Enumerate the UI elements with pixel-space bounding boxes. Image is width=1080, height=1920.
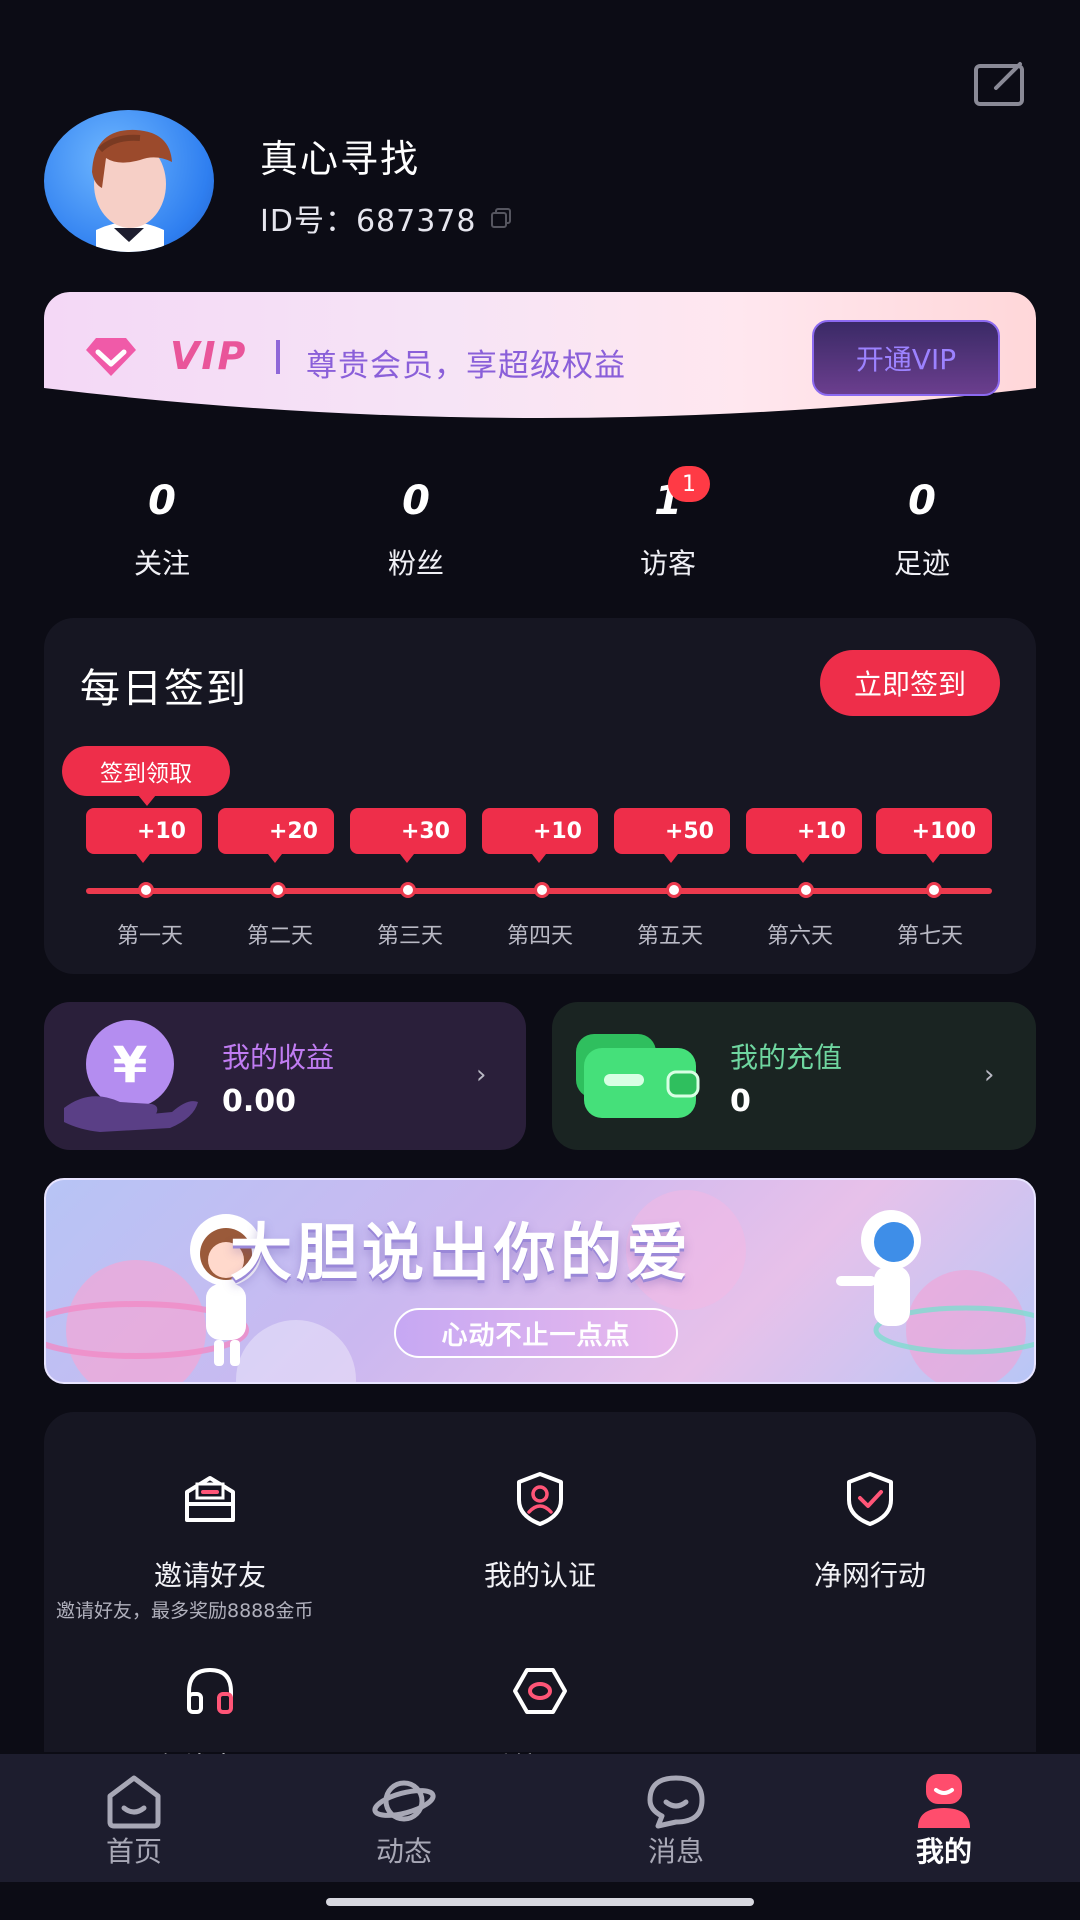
menu-item-clean-network[interactable]: 净网行动 [740,1470,1000,1594]
checkin-now-button[interactable]: 立即签到 [820,650,1000,716]
nav-moments[interactable]: 动态 [334,1772,474,1870]
stat-value: 0 [402,478,430,524]
vip-divider [276,340,280,374]
reward-day3: +30 [350,808,466,863]
svg-text:¥: ¥ [113,1036,148,1094]
home-indicator[interactable] [326,1898,754,1906]
settings-hexagon-icon [513,1668,567,1714]
stat-fans[interactable]: 0 粉丝 [316,478,516,582]
edit-profile-icon[interactable] [972,60,1028,108]
day-label: 第七天 [896,924,963,949]
menu-label: 系统设置 [410,1746,670,1754]
vip-slogan: 尊贵会员，享超级权益 [306,348,626,384]
promo-subtitle: 心动不止一点点 [394,1308,678,1358]
progress-dot [798,882,814,898]
stat-footprints[interactable]: 0 足迹 [822,478,1022,582]
invite-subtitle: 邀请好友，最多奖励8888金币 [56,1600,314,1622]
chevron-right-icon: › [984,1060,995,1090]
day-label: 第二天 [246,924,313,949]
vip-label: VIP [170,334,248,378]
menu-label: 邀请好友 [153,1559,266,1592]
home-icon [107,1775,161,1829]
nav-label: 消息 [647,1835,704,1868]
nav-mine[interactable]: 我的 [874,1772,1014,1870]
nav-home[interactable]: 首页 [64,1772,204,1870]
recharge-title: 我的充值 [730,1041,843,1074]
income-title: 我的收益 [222,1041,335,1074]
menu-item-customer-service[interactable]: 在线客服 [80,1662,340,1754]
menu-item-verification[interactable]: 我的认证 [410,1470,670,1594]
checkin-title: 每日签到 [80,666,248,712]
wallet-icon [576,1034,700,1118]
stat-visitors[interactable]: 1 访客 [568,478,768,582]
coin-hand-icon: ¥ [64,1020,198,1132]
menu-label: 净网行动 [813,1559,926,1592]
verified-user-shield-icon [517,1472,563,1526]
avatar[interactable] [44,110,214,252]
user-id: ID号：687378 [260,196,512,240]
envelope-icon [185,1476,235,1522]
stat-label: 粉丝 [387,547,444,580]
reward-day1: +10 [86,808,202,863]
progress-dot [666,882,682,898]
stat-value: 0 [908,478,936,524]
progress-dot [400,882,416,898]
reward-day6: +10 [746,808,862,863]
nav-label: 我的 [915,1835,972,1868]
nav-label: 动态 [375,1835,432,1868]
open-vip-button[interactable]: 开通VIP [812,320,1000,396]
profile-icon [918,1774,970,1828]
astronaut-boy-illustration [836,1210,921,1326]
shield-check-icon [847,1472,893,1526]
day-label: 第五天 [636,924,703,949]
user-id-text: ID号：687378 [260,204,477,239]
menu-item-invite[interactable]: 邀请好友 [80,1470,340,1594]
stat-label: 关注 [133,547,190,580]
reward-day5: +50 [614,808,730,863]
progress-dot [926,882,942,898]
progress-dot [138,882,154,898]
day-label: 第三天 [376,924,443,949]
avatar-illustration [92,129,172,252]
chevron-right-icon: › [476,1060,487,1090]
menu-item-settings[interactable]: 系统设置 [410,1662,670,1754]
chat-bubble-icon [647,1775,705,1829]
day-label: 第四天 [506,924,573,949]
planet-icon [372,1780,436,1822]
day-label: 第一天 [116,924,183,949]
stat-label: 足迹 [893,547,950,580]
nav-messages[interactable]: 消息 [606,1772,746,1870]
copy-icon[interactable] [490,207,512,229]
menu-label: 我的认证 [483,1559,596,1592]
day-label: 第六天 [766,924,833,949]
recharge-value: 0 [730,1084,751,1119]
promo-title: 大胆说出你的爱 [230,1216,693,1289]
reward-day2: +20 [218,808,334,863]
nav-label: 首页 [105,1835,162,1868]
visitor-badge: 1 [668,466,710,502]
claim-tooltip: 签到领取 [62,746,230,806]
income-value: 0.00 [222,1084,297,1119]
progress-dot [534,882,550,898]
headset-icon [187,1667,233,1714]
menu-label: 在线客服 [80,1746,340,1754]
progress-dot [270,882,286,898]
reward-day4: +10 [482,808,598,863]
stat-label: 访客 [639,547,696,580]
stat-following[interactable]: 0 关注 [62,478,262,582]
username: 真心寻找 [260,137,421,181]
diamond-icon [86,338,136,376]
reward-day7: +100 [876,808,992,863]
stat-value: 0 [148,478,176,524]
